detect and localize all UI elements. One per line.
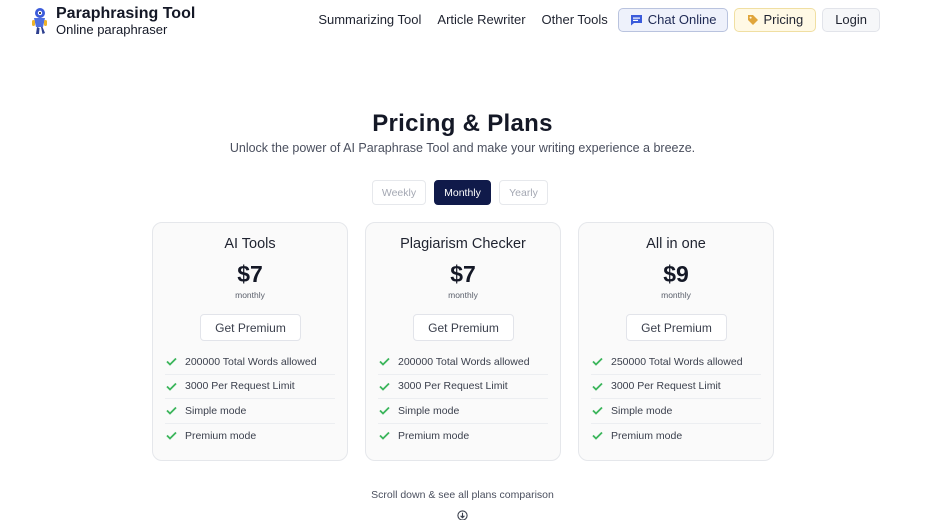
page-subtitle: Unlock the power of AI Paraphrase Tool a… bbox=[229, 141, 696, 155]
chat-bubble-icon bbox=[630, 14, 642, 25]
plan-card-ai-tools: AI Tools $7 monthly Get Premium 200000 T… bbox=[152, 222, 348, 461]
feature-item: 200000 Total Words allowed bbox=[165, 350, 335, 375]
check-icon bbox=[379, 432, 390, 441]
nav-link-summarizing-tool[interactable]: Summarizing Tool bbox=[318, 12, 421, 27]
plan-price: $7 bbox=[237, 261, 263, 287]
feature-list: 250000 Total Words allowed 3000 Per Requ… bbox=[591, 350, 761, 448]
plan-period: monthly bbox=[448, 290, 478, 300]
nav-link-other-tools[interactable]: Other Tools bbox=[542, 12, 608, 27]
feature-text: Premium mode bbox=[185, 429, 257, 442]
plan-card-all-in-one: All in one $9 monthly Get Premium 250000… bbox=[578, 222, 774, 461]
feature-item: Premium mode bbox=[591, 424, 761, 449]
pricing-label: Pricing bbox=[763, 12, 804, 27]
get-premium-button[interactable]: Get Premium bbox=[413, 314, 514, 341]
check-icon bbox=[592, 382, 603, 391]
feature-item: Simple mode bbox=[378, 399, 548, 424]
login-button[interactable]: Login bbox=[822, 7, 880, 32]
check-icon bbox=[166, 382, 177, 391]
chat-online-label: Chat Online bbox=[647, 12, 717, 27]
feature-list: 200000 Total Words allowed 3000 Per Requ… bbox=[378, 350, 548, 448]
pricing-button[interactable]: Pricing bbox=[734, 7, 817, 32]
check-icon bbox=[592, 358, 603, 367]
feature-item: Premium mode bbox=[165, 424, 335, 449]
feature-item: 200000 Total Words allowed bbox=[378, 350, 548, 375]
billing-period-tabs: Weekly Monthly Yearly bbox=[372, 180, 556, 205]
feature-text: 200000 Total Words allowed bbox=[398, 355, 530, 368]
feature-item: 3000 Per Request Limit bbox=[591, 375, 761, 399]
check-icon bbox=[379, 382, 390, 391]
brand-subtitle: Online paraphraser bbox=[56, 22, 168, 37]
feature-item: 3000 Per Request Limit bbox=[165, 375, 335, 399]
nav-link-article-rewriter[interactable]: Article Rewriter bbox=[437, 12, 525, 27]
tab-weekly[interactable]: Weekly bbox=[372, 180, 426, 205]
plan-period: monthly bbox=[235, 290, 265, 300]
feature-text: 200000 Total Words allowed bbox=[185, 355, 317, 368]
check-icon bbox=[592, 407, 603, 416]
tab-monthly[interactable]: Monthly bbox=[434, 180, 491, 205]
price-tag-icon bbox=[748, 14, 759, 25]
feature-text: Premium mode bbox=[611, 429, 683, 442]
plan-price: $9 bbox=[663, 261, 689, 287]
chat-online-button[interactable]: Chat Online bbox=[617, 7, 729, 32]
feature-text: Simple mode bbox=[611, 404, 673, 417]
scroll-down-icon[interactable] bbox=[457, 510, 468, 520]
robot-mascot-icon bbox=[32, 8, 47, 34]
feature-item: Premium mode bbox=[378, 424, 548, 449]
page-title: Pricing & Plans bbox=[372, 110, 553, 137]
brand-title: Paraphrasing Tool bbox=[56, 5, 196, 22]
feature-item: Simple mode bbox=[165, 399, 335, 424]
feature-list: 200000 Total Words allowed 3000 Per Requ… bbox=[165, 350, 335, 448]
plan-period: monthly bbox=[661, 290, 691, 300]
plan-name: Plagiarism Checker bbox=[400, 236, 526, 252]
plan-price: $7 bbox=[450, 261, 476, 287]
feature-item: 3000 Per Request Limit bbox=[378, 375, 548, 399]
feature-text: Simple mode bbox=[185, 404, 247, 417]
get-premium-button[interactable]: Get Premium bbox=[626, 314, 727, 341]
brand-logo[interactable]: Paraphrasing Tool Online paraphraser bbox=[28, 5, 195, 37]
feature-item: Simple mode bbox=[591, 399, 761, 424]
feature-text: 3000 Per Request Limit bbox=[185, 380, 295, 393]
check-icon bbox=[592, 432, 603, 441]
scroll-hint: Scroll down & see all plans comparison bbox=[371, 489, 554, 501]
feature-text: Simple mode bbox=[398, 404, 460, 417]
feature-text: 3000 Per Request Limit bbox=[398, 380, 508, 393]
check-icon bbox=[166, 432, 177, 441]
plan-name: AI Tools bbox=[224, 236, 276, 252]
feature-text: Premium mode bbox=[398, 429, 470, 442]
check-icon bbox=[166, 407, 177, 416]
pricing-cards: AI Tools $7 monthly Get Premium 200000 T… bbox=[152, 222, 774, 461]
main-nav: Summarizing Tool Article Rewriter Other … bbox=[318, 7, 880, 32]
check-icon bbox=[166, 358, 177, 367]
top-header: Paraphrasing Tool Online paraphraser Sum… bbox=[0, 0, 925, 40]
feature-text: 3000 Per Request Limit bbox=[611, 380, 721, 393]
feature-item: 250000 Total Words allowed bbox=[591, 350, 761, 375]
get-premium-button[interactable]: Get Premium bbox=[200, 314, 301, 341]
feature-text: 250000 Total Words allowed bbox=[611, 355, 743, 368]
check-icon bbox=[379, 407, 390, 416]
plan-card-plagiarism-checker: Plagiarism Checker $7 monthly Get Premiu… bbox=[365, 222, 561, 461]
plan-name: All in one bbox=[646, 236, 706, 252]
check-icon bbox=[379, 358, 390, 367]
tab-yearly[interactable]: Yearly bbox=[499, 180, 548, 205]
